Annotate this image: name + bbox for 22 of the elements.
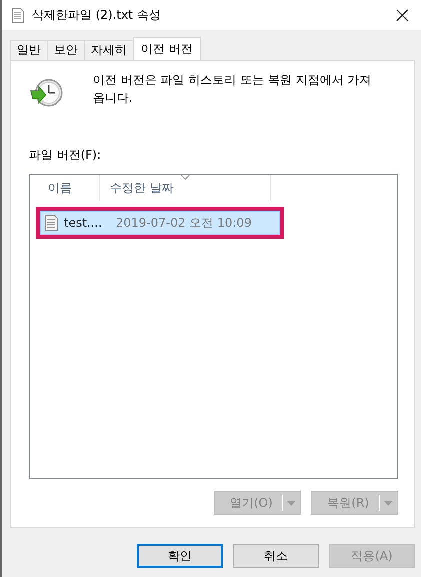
clock-with-arrow-icon [29,77,63,109]
column-header[interactable]: 수정한 날짜 [100,175,271,201]
file-name: test.... [64,216,104,230]
close-icon[interactable] [396,8,409,22]
dropdown-caret-icon [287,500,296,506]
description-text: 이전 버전은 파일 히스토리 또는 복원 지점에서 가져옵니다. [93,72,373,107]
tab[interactable]: 일반 [10,40,48,60]
column-label: 수정한 날짜 [110,180,174,196]
window-title: 삭제한파일 (2).txt 속성 [32,6,162,24]
dialog-button[interactable]: 취소 [233,544,319,568]
sort-caret-icon [181,175,190,180]
dialog-button[interactable]: 확인 [137,544,223,568]
column-label: 이름 [48,180,72,196]
column-header[interactable]: 이름 [30,175,100,201]
document-icon [12,8,24,22]
list-label: 파일 버전(F): [29,147,102,164]
dropdown-caret-icon [384,500,393,506]
modified-date: 2019-07-02 오전 10:09 [116,214,252,232]
tab[interactable]: 이전 버전 [133,37,201,60]
text-file-icon [45,215,58,231]
file-version-list[interactable]: 이름 수정한 날짜 test.... 2019-07-02 오전 10:09 [29,174,398,479]
list-row[interactable]: test.... 2019-07-02 오전 10:09 [40,211,280,235]
